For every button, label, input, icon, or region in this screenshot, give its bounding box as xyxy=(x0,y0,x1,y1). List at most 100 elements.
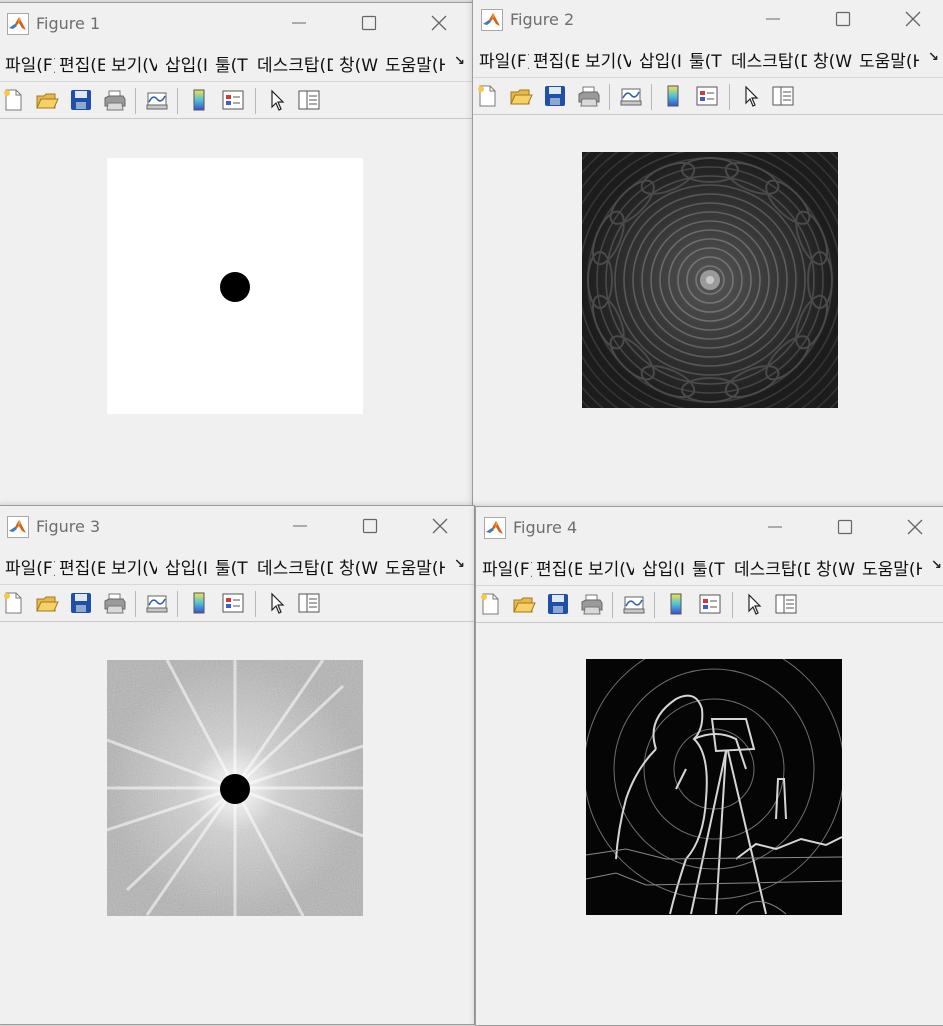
print-icon[interactable] xyxy=(577,84,601,108)
link-plot-icon[interactable] xyxy=(622,592,646,616)
image-axes-4[interactable] xyxy=(586,659,842,915)
link-plot-icon[interactable] xyxy=(145,591,169,615)
edit-plot-arrow-icon[interactable] xyxy=(742,592,766,616)
close-button[interactable] xyxy=(895,511,935,541)
new-figure-icon[interactable] xyxy=(1,88,25,112)
image-axes-3[interactable] xyxy=(107,660,363,916)
maximize-button[interactable] xyxy=(349,7,389,37)
menu-edit[interactable]: 편집(E) xyxy=(536,555,582,580)
menu-insert[interactable]: 삽입(I) xyxy=(165,51,209,76)
menu-tools[interactable]: 툴(T) xyxy=(692,555,726,580)
menu-insert[interactable]: 삽입(I) xyxy=(642,555,686,580)
print-icon[interactable] xyxy=(580,592,604,616)
title-bar[interactable]: Figure 3 xyxy=(0,506,474,546)
menu-tools[interactable]: 툴(T) xyxy=(215,51,249,76)
menu-view[interactable]: 보기(V) xyxy=(111,554,157,579)
open-file-icon[interactable] xyxy=(35,591,59,615)
save-icon[interactable] xyxy=(69,88,93,112)
menu-view[interactable]: 보기(V) xyxy=(111,51,157,76)
minimize-button[interactable] xyxy=(279,7,319,37)
menu-window[interactable]: 창(W) xyxy=(339,51,379,76)
new-figure-icon[interactable] xyxy=(475,84,499,108)
maximize-button[interactable] xyxy=(823,3,863,33)
new-figure-icon[interactable] xyxy=(1,591,25,615)
menu-desktop[interactable]: 데스크탑(D) xyxy=(257,51,333,76)
menu-view[interactable]: 보기(V) xyxy=(585,47,631,72)
menu-window[interactable]: 창(W) xyxy=(339,554,379,579)
title-bar[interactable]: Figure 1 xyxy=(0,3,473,43)
legend-icon[interactable] xyxy=(698,592,722,616)
close-button[interactable] xyxy=(420,510,460,540)
matlab-logo-icon xyxy=(7,516,29,538)
menu-window[interactable]: 창(W) xyxy=(816,555,856,580)
new-figure-icon[interactable] xyxy=(478,592,502,616)
menu-tools[interactable]: 툴(T) xyxy=(689,47,723,72)
open-file-icon[interactable] xyxy=(35,88,59,112)
minimize-button[interactable] xyxy=(280,510,320,540)
menu-window[interactable]: 창(W) xyxy=(813,47,853,72)
colorbar-icon[interactable] xyxy=(664,592,688,616)
legend-icon[interactable] xyxy=(221,591,245,615)
save-icon[interactable] xyxy=(543,84,567,108)
print-icon[interactable] xyxy=(103,88,127,112)
legend-icon[interactable] xyxy=(221,88,245,112)
save-icon[interactable] xyxy=(546,592,570,616)
menu-desktop[interactable]: 데스크탑(D) xyxy=(734,555,810,580)
menu-overflow-icon[interactable]: ↘ xyxy=(454,54,465,69)
matlab-logo-icon xyxy=(7,13,29,35)
menu-insert[interactable]: 삽입(I) xyxy=(639,47,683,72)
colorbar-icon[interactable] xyxy=(661,84,685,108)
menu-file[interactable]: 파일(F) xyxy=(5,554,55,579)
title-bar[interactable]: Figure 2 xyxy=(473,0,943,39)
white-image-with-dot xyxy=(107,158,363,414)
colorbar-icon[interactable] xyxy=(187,591,211,615)
colorbar-icon[interactable] xyxy=(187,88,211,112)
property-inspector-icon[interactable] xyxy=(771,84,795,108)
title-bar[interactable]: Figure 4 xyxy=(476,507,943,547)
edit-plot-arrow-icon[interactable] xyxy=(739,84,763,108)
minimize-button[interactable] xyxy=(755,511,795,541)
menu-help[interactable]: 도움말(H) xyxy=(385,51,445,76)
save-icon[interactable] xyxy=(69,591,93,615)
ring-pattern-image xyxy=(582,152,838,408)
menu-file[interactable]: 파일(F) xyxy=(482,555,532,580)
legend-icon[interactable] xyxy=(695,84,719,108)
property-inspector-icon[interactable] xyxy=(297,88,321,112)
menu-overflow-icon[interactable]: ↘ xyxy=(454,557,465,572)
menu-desktop[interactable]: 데스크탑(D) xyxy=(257,554,333,579)
property-inspector-icon[interactable] xyxy=(297,591,321,615)
window-title: Figure 2 xyxy=(510,10,575,29)
image-axes-2[interactable] xyxy=(582,152,838,408)
minimize-button[interactable] xyxy=(753,3,793,33)
menu-desktop[interactable]: 데스크탑(D) xyxy=(731,47,807,72)
maximize-button[interactable] xyxy=(825,511,865,541)
menu-file[interactable]: 파일(F) xyxy=(479,47,529,72)
link-plot-icon[interactable] xyxy=(619,84,643,108)
menu-edit[interactable]: 편집(E) xyxy=(59,554,105,579)
toolbar-separator xyxy=(135,88,136,114)
image-axes-1[interactable] xyxy=(107,158,363,414)
link-plot-icon[interactable] xyxy=(145,88,169,112)
menu-overflow-icon[interactable]: ↘ xyxy=(931,558,942,573)
open-file-icon[interactable] xyxy=(512,592,536,616)
menu-overflow-icon[interactable]: ↘ xyxy=(928,50,939,65)
menu-help[interactable]: 도움말(H) xyxy=(385,554,445,579)
maximize-button[interactable] xyxy=(350,510,390,540)
menu-help[interactable]: 도움말(H) xyxy=(862,555,922,580)
close-button[interactable] xyxy=(419,7,459,37)
menu-edit[interactable]: 편집(E) xyxy=(533,47,579,72)
menu-view[interactable]: 보기(V) xyxy=(588,555,634,580)
property-inspector-icon[interactable] xyxy=(774,592,798,616)
print-icon[interactable] xyxy=(103,591,127,615)
menu-insert[interactable]: 삽입(I) xyxy=(165,554,209,579)
menu-tools[interactable]: 툴(T) xyxy=(215,554,249,579)
open-file-icon[interactable] xyxy=(509,84,533,108)
edit-plot-arrow-icon[interactable] xyxy=(265,591,289,615)
filtered-cameraman-image xyxy=(586,659,842,915)
menu-edit[interactable]: 편집(E) xyxy=(59,51,105,76)
menu-file[interactable]: 파일(F) xyxy=(5,51,55,76)
figure-toolbar xyxy=(0,81,473,119)
edit-plot-arrow-icon[interactable] xyxy=(265,88,289,112)
close-button[interactable] xyxy=(893,3,933,33)
menu-help[interactable]: 도움말(H) xyxy=(859,47,919,72)
